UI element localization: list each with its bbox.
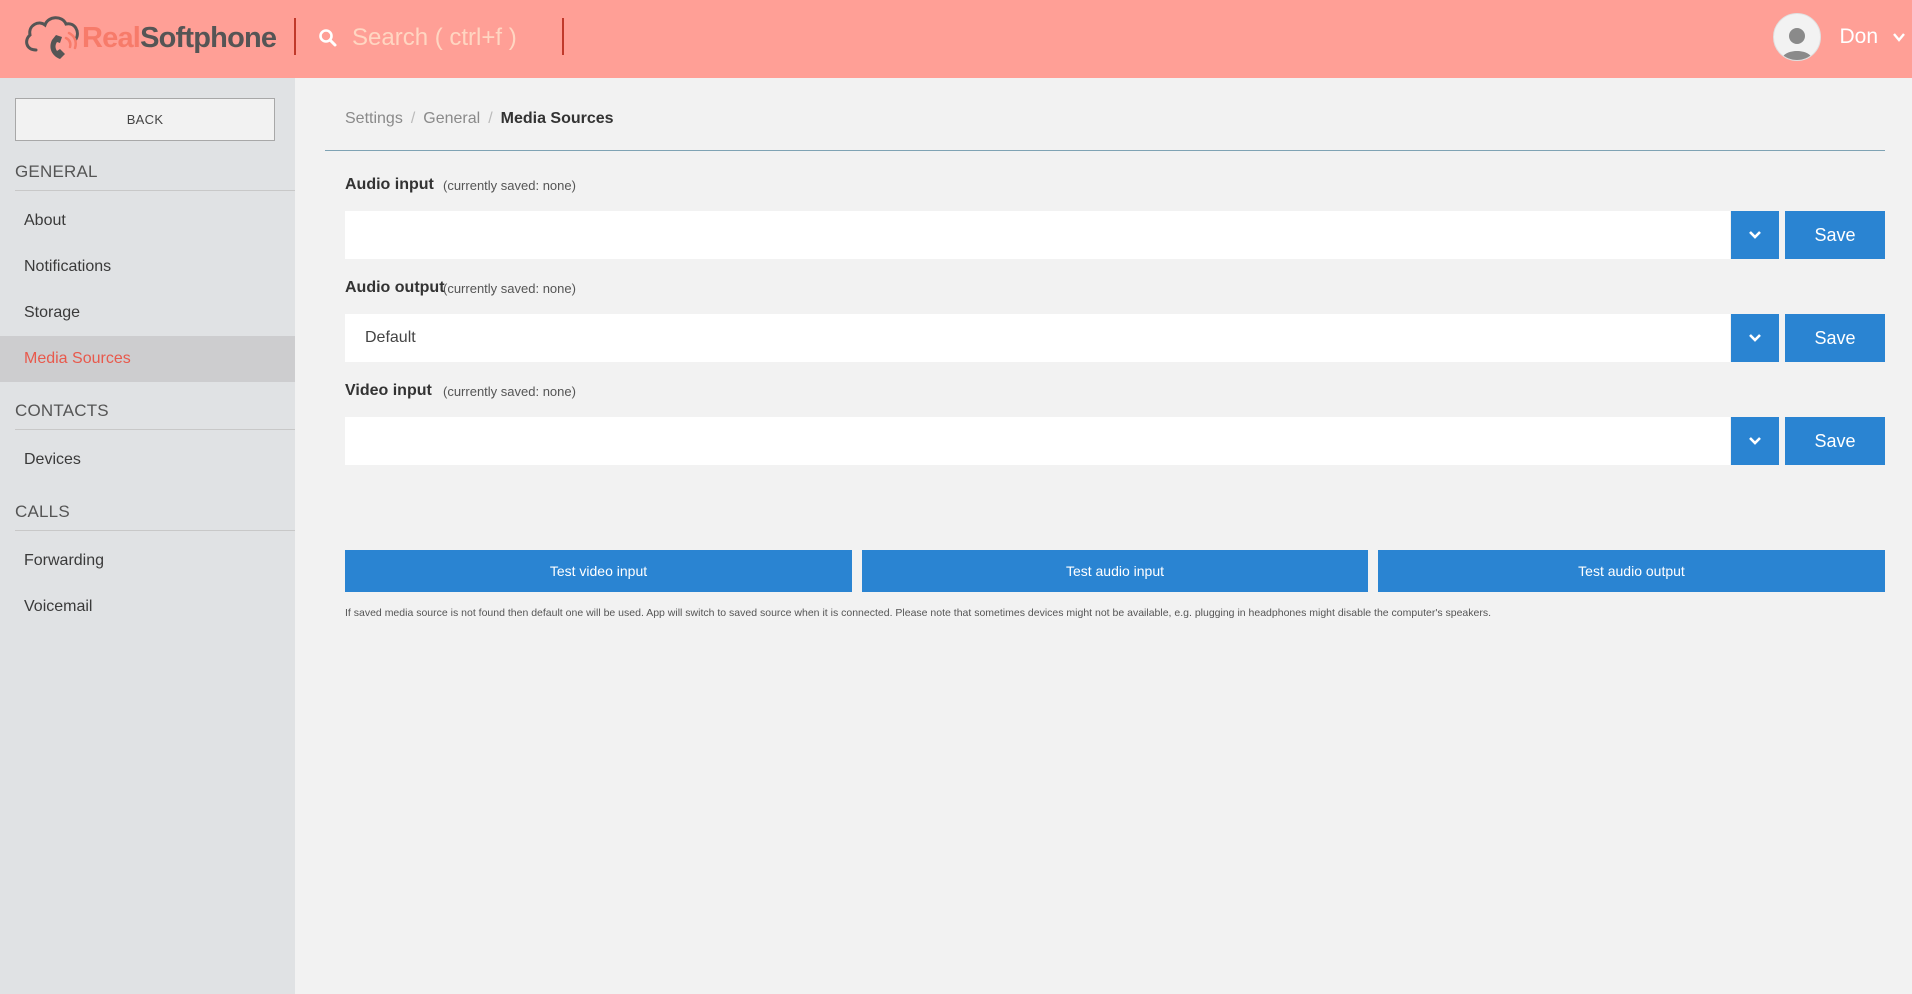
audio-output-label: Audio output xyxy=(345,279,445,296)
user-menu[interactable]: Don xyxy=(1773,12,1912,62)
sidebar-item-voicemail[interactable]: Voicemail xyxy=(0,584,295,630)
chevron-down-icon[interactable] xyxy=(1892,30,1906,44)
breadcrumb-current: Media Sources xyxy=(500,110,614,127)
cloud-phone-logo-icon xyxy=(25,16,79,59)
sidebar-item-devices[interactable]: Devices xyxy=(0,437,295,483)
section-title-general: GENERAL xyxy=(15,162,295,191)
audio-input-select[interactable] xyxy=(345,211,1730,259)
header-divider xyxy=(294,18,296,55)
sidebar-item-about[interactable]: About xyxy=(0,198,295,244)
breadcrumb: Settings / General / Media Sources xyxy=(345,110,614,128)
audio-output-saved-note: (currently saved: none) xyxy=(443,281,576,296)
video-input-dropdown-button[interactable] xyxy=(1731,417,1779,465)
breadcrumb-general[interactable]: General xyxy=(423,110,480,127)
breadcrumb-settings[interactable]: Settings xyxy=(345,110,403,127)
user-name[interactable]: Don xyxy=(1839,25,1878,49)
logo-wordmark: RealSoftphone xyxy=(82,21,277,54)
search-input[interactable] xyxy=(352,20,552,56)
breadcrumb-divider xyxy=(325,150,1885,151)
audio-output-select[interactable]: Default xyxy=(345,314,1730,362)
user-avatar-icon xyxy=(1782,28,1813,60)
chevron-down-icon xyxy=(1749,437,1761,445)
audio-input-dropdown-button[interactable] xyxy=(1731,211,1779,259)
audio-output-dropdown-button[interactable] xyxy=(1731,314,1779,362)
settings-sidebar: BACK GENERAL About Notifications Storage… xyxy=(0,78,295,994)
video-input-select[interactable] xyxy=(345,417,1730,465)
video-input-label: Video input xyxy=(345,382,432,399)
back-button[interactable]: BACK xyxy=(15,98,275,141)
audio-input-saved-note: (currently saved: none) xyxy=(443,178,576,193)
audio-output-save-button[interactable]: Save xyxy=(1785,314,1885,362)
section-title-calls: CALLS xyxy=(15,502,295,531)
sidebar-item-forwarding[interactable]: Forwarding xyxy=(0,538,295,584)
media-source-footnote: If saved media source is not found then … xyxy=(345,607,1492,619)
chevron-down-icon xyxy=(1749,334,1761,342)
sidebar-item-notifications[interactable]: Notifications xyxy=(0,244,295,290)
audio-input-save-button[interactable]: Save xyxy=(1785,211,1885,259)
section-title-contacts: CONTACTS xyxy=(15,401,295,430)
test-audio-output-button[interactable]: Test audio output xyxy=(1378,550,1885,592)
video-input-save-button[interactable]: Save xyxy=(1785,417,1885,465)
video-input-saved-note: (currently saved: none) xyxy=(443,384,576,399)
breadcrumb-separator: / xyxy=(410,110,416,127)
avatar[interactable] xyxy=(1773,13,1822,61)
sidebar-item-storage[interactable]: Storage xyxy=(0,290,295,336)
test-audio-input-button[interactable]: Test audio input xyxy=(862,550,1368,592)
audio-input-label: Audio input xyxy=(345,176,434,193)
chevron-down-icon xyxy=(1749,231,1761,239)
app-logo[interactable]: RealSoftphone xyxy=(22,12,277,64)
breadcrumb-separator: / xyxy=(488,110,493,127)
search-icon[interactable] xyxy=(318,28,338,48)
sidebar-item-media-sources[interactable]: Media Sources xyxy=(0,336,295,382)
header-divider xyxy=(562,18,564,55)
top-header: RealSoftphone Don xyxy=(0,0,1912,78)
test-video-input-button[interactable]: Test video input xyxy=(345,550,852,592)
